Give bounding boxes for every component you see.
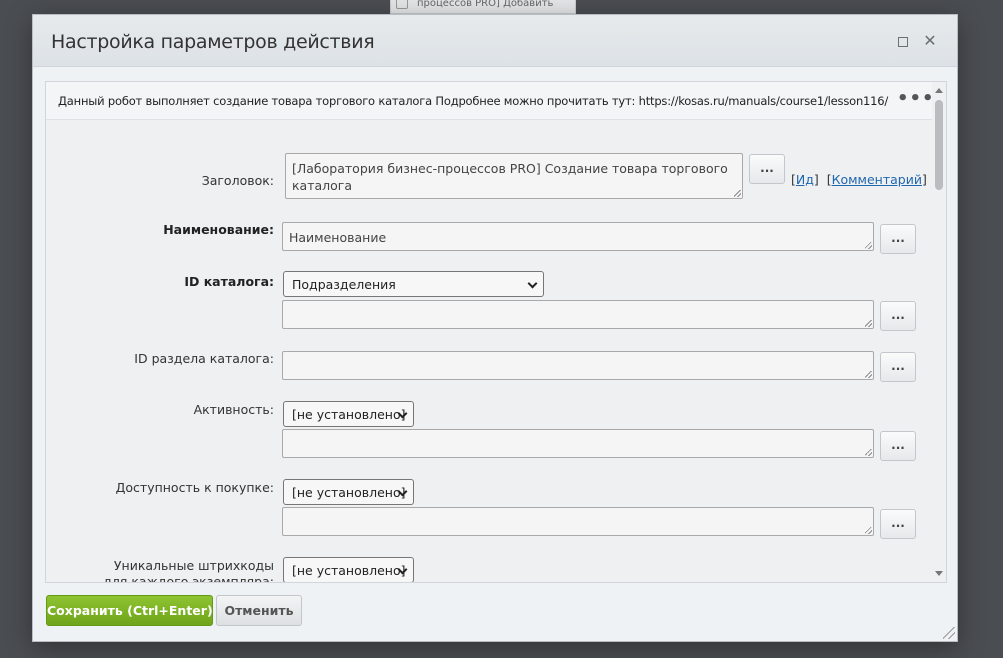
- purchase-input[interactable]: [282, 507, 874, 536]
- section-id-input[interactable]: [282, 351, 874, 380]
- dialog-titlebar[interactable]: Настройка параметров действия ✕: [33, 15, 957, 67]
- background-strip-text: процессов PRO] Добавить: [417, 0, 554, 9]
- catalog-id-select[interactable]: Подразделения: [283, 271, 544, 297]
- comment-link[interactable]: Комментарий: [832, 172, 922, 187]
- purchase-insert-button[interactable]: ...: [880, 509, 916, 539]
- maximize-icon[interactable]: [893, 32, 911, 50]
- cancel-button[interactable]: Отменить: [216, 595, 302, 626]
- name-input[interactable]: Наименование: [282, 222, 874, 251]
- purchase-selected: [не установлено]: [292, 485, 406, 500]
- name-insert-button[interactable]: ...: [880, 224, 916, 254]
- catalog-id-label: ID каталога:: [184, 274, 274, 289]
- name-label: Наименование:: [163, 222, 274, 237]
- action-settings-dialog: Настройка параметров действия ✕ Данный р…: [32, 14, 958, 642]
- scroll-down-icon[interactable]: [935, 571, 943, 576]
- title-label: Заголовок:: [201, 173, 274, 188]
- section-id-label: ID раздела каталога:: [134, 351, 274, 366]
- dialog-title: Настройка параметров действия: [51, 31, 375, 53]
- purchase-label: Доступность к покупке:: [115, 480, 274, 495]
- barcode-label: Уникальные штрихкоды для каждого экземпл…: [103, 558, 274, 583]
- barcode-selected: [не установлено]: [292, 563, 406, 578]
- chevron-down-icon: [527, 278, 538, 289]
- background-window-strip: процессов PRO] Добавить: [390, 0, 576, 14]
- active-selected: [не установлено]: [292, 407, 406, 422]
- title-links: [Ид] [Комментарий]: [791, 172, 927, 187]
- resize-grip-icon[interactable]: [943, 627, 955, 639]
- title-insert-button[interactable]: ...: [749, 154, 785, 184]
- robot-info-bar: Данный робот выполняет создание товара т…: [46, 82, 935, 120]
- dialog-content: Данный робот выполняет создание товара т…: [45, 81, 947, 583]
- close-icon[interactable]: ✕: [921, 32, 939, 50]
- active-input[interactable]: [282, 429, 874, 458]
- catalog-id-selected: Подразделения: [292, 277, 396, 292]
- more-options-button[interactable]: •••: [897, 90, 935, 108]
- save-button[interactable]: Сохранить (Ctrl+Enter): [46, 595, 213, 626]
- section-id-insert-button[interactable]: ...: [880, 352, 916, 382]
- catalog-id-insert-button[interactable]: ...: [880, 301, 916, 331]
- barcode-select[interactable]: [не установлено]: [283, 557, 414, 582]
- title-textarea[interactable]: [Лаборатория бизнес-процессов PRO] Созда…: [285, 153, 743, 199]
- content-scrollbar[interactable]: [932, 82, 946, 582]
- catalog-id-input[interactable]: [282, 300, 874, 329]
- purchase-select[interactable]: [не установлено]: [283, 479, 414, 505]
- robot-info-text: Данный робот выполняет создание товара т…: [58, 94, 889, 108]
- scroll-thumb[interactable]: [935, 100, 943, 190]
- active-insert-button[interactable]: ...: [880, 431, 916, 461]
- id-link[interactable]: Ид: [796, 172, 814, 187]
- active-select[interactable]: [не установлено]: [283, 401, 414, 427]
- close-bracket: ]: [921, 172, 927, 187]
- active-label: Активность:: [193, 402, 274, 417]
- background-doc-icon: [396, 0, 408, 9]
- mid-bracket: ] [: [813, 172, 832, 187]
- scroll-up-icon[interactable]: [935, 88, 943, 93]
